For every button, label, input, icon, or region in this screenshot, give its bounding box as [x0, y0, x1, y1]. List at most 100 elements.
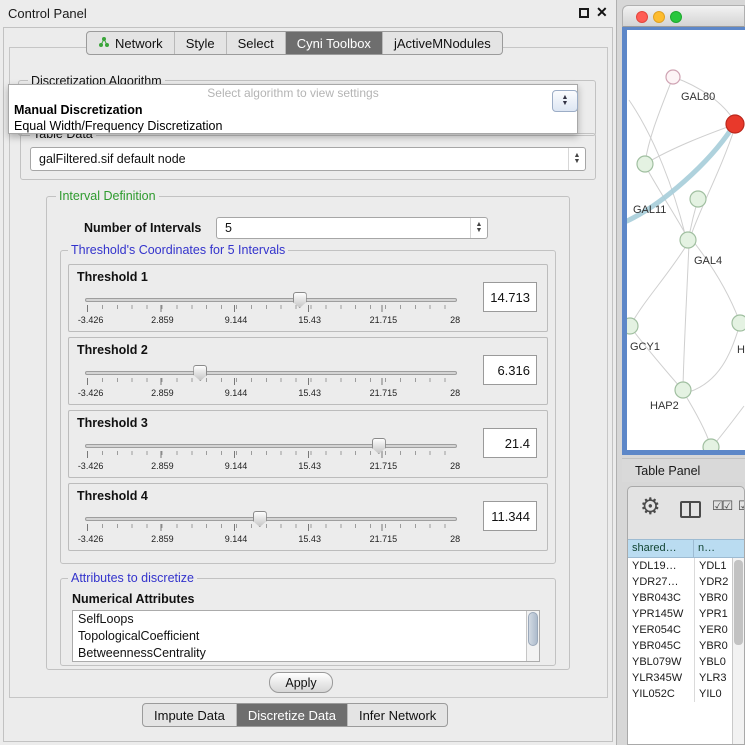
table-cell[interactable]: YPR145W [628, 606, 694, 622]
table-cell[interactable]: YDL1 [694, 558, 732, 574]
window-title: Control Panel [8, 6, 87, 21]
column-header[interactable]: shared… [628, 540, 694, 557]
tab-infer-network[interactable]: Infer Network [348, 704, 447, 726]
tab-cyni-toolbox[interactable]: Cyni Toolbox [286, 32, 383, 54]
table-row[interactable]: YBR045CYBR0 [628, 638, 732, 654]
table-cell[interactable]: YBR0 [694, 590, 732, 606]
tab-style[interactable]: Style [175, 32, 227, 54]
table-cell[interactable]: YBR0 [694, 638, 732, 654]
network-node[interactable] [627, 318, 638, 334]
threshold-slider[interactable]: -3.426 2.859 9.144 15.43 21.715 28 [85, 291, 457, 331]
scale-label: 9.144 [225, 315, 248, 325]
table-cell[interactable]: YIL052C [628, 686, 694, 702]
close-icon[interactable]: ✕ [596, 4, 608, 21]
table-cell[interactable]: YDL19… [628, 558, 694, 574]
table-cell[interactable]: YBL0 [694, 654, 732, 670]
tab-discretize-data[interactable]: Discretize Data [237, 704, 348, 726]
table-cell[interactable]: YDR2 [694, 574, 732, 590]
tab-select[interactable]: Select [227, 32, 286, 54]
network-node[interactable] [690, 191, 706, 207]
gear-icon[interactable]: ⚙ [640, 493, 661, 520]
threshold-value-field[interactable]: 21.4 [483, 428, 537, 458]
minimize-traffic-light[interactable] [653, 11, 665, 23]
screen: Control Panel ✕ Network Style Select Cyn… [0, 0, 745, 745]
zoom-traffic-light[interactable] [670, 11, 682, 23]
table-cell[interactable]: YER054C [628, 622, 694, 638]
scale-label: 21.715 [370, 388, 398, 398]
stepper-down-icon: ▼ [562, 101, 569, 107]
table-row[interactable]: YDL19…YDL1 [628, 558, 732, 574]
columns-icon[interactable] [680, 501, 701, 518]
list-scrollbar[interactable] [526, 611, 539, 661]
float-window-icon[interactable] [579, 8, 589, 18]
table-cell[interactable]: YLR345W [628, 670, 694, 686]
threshold-value-field[interactable]: 14.713 [483, 282, 537, 312]
scale-label: 21.715 [370, 534, 398, 544]
attributes-group-title: Attributes to discretize [68, 571, 197, 585]
tab-network[interactable]: Network [87, 32, 175, 54]
network-node[interactable] [703, 439, 719, 450]
table-panel-title: Table Panel [622, 464, 700, 478]
number-of-intervals-combo[interactable]: 5 ▲ ▼ [216, 217, 488, 239]
threshold-value-field[interactable]: 11.344 [483, 501, 537, 531]
close-traffic-light[interactable] [636, 11, 648, 23]
slider-track[interactable] [85, 371, 457, 375]
table-data-combo[interactable]: galFiltered.sif default node ▲ ▼ [30, 147, 586, 171]
apply-button[interactable]: Apply [269, 672, 333, 693]
tab-cyni-toolbox-label: Cyni Toolbox [297, 36, 371, 51]
scrollbar-thumb[interactable] [734, 560, 743, 645]
interval-definition-group-title: Interval Definition [56, 189, 159, 203]
threshold-label: Threshold 1 [77, 270, 148, 284]
tab-impute-data[interactable]: Impute Data [143, 704, 237, 726]
table-cell[interactable]: YBL079W [628, 654, 694, 670]
table-row[interactable]: YER054CYER0 [628, 622, 732, 638]
list-item[interactable]: TopologicalCoefficient [73, 628, 539, 645]
select-all-columns-icon[interactable]: ☑☑ [712, 498, 731, 514]
tab-jactivemnodules[interactable]: jActiveMNodules [383, 32, 502, 54]
network-node[interactable] [680, 232, 696, 248]
list-item[interactable]: BetweennessCentrality [73, 645, 539, 662]
table-row[interactable]: YPR145WYPR1 [628, 606, 732, 622]
table-cell[interactable]: YBR045C [628, 638, 694, 654]
threshold-slider[interactable]: -3.426 2.859 9.144 15.43 21.715 28 [85, 364, 457, 404]
selected-network-node[interactable] [726, 115, 744, 133]
table-cell[interactable]: YPR1 [694, 606, 732, 622]
table-row[interactable]: YLR345WYLR3 [628, 670, 732, 686]
table-cell[interactable]: YBR043C [628, 590, 694, 606]
combo-stepper[interactable]: ▲ ▼ [470, 218, 487, 238]
table-row[interactable]: YBR043CYBR0 [628, 590, 732, 606]
threshold-slider[interactable]: -3.426 2.859 9.144 15.43 21.715 28 [85, 437, 457, 477]
network-node[interactable] [666, 70, 680, 84]
scale-label: 15.43 [298, 388, 321, 398]
threshold-label: Threshold 4 [77, 489, 148, 503]
network-window-titlebar[interactable] [622, 5, 745, 27]
table-cell[interactable]: YLR3 [694, 670, 732, 686]
table-row[interactable]: YBL079WYBL0 [628, 654, 732, 670]
algorithm-combo-stepper[interactable]: ▲ ▼ [552, 90, 578, 112]
dropdown-option-manual-discretization[interactable]: Manual Discretization [9, 102, 577, 118]
threshold-panel-4: Threshold 4 -3.426 2.859 9.144 15.43 21.… [68, 483, 548, 551]
slider-track[interactable] [85, 444, 457, 448]
table-cell[interactable]: YER0 [694, 622, 732, 638]
network-node[interactable] [732, 315, 745, 331]
table-row[interactable]: YIL052CYIL0 [628, 686, 732, 702]
network-node[interactable] [637, 156, 653, 172]
table-cell[interactable]: YIL0 [694, 686, 732, 702]
network-node[interactable] [675, 382, 691, 398]
dropdown-placeholder-option[interactable]: Select algorithm to view settings [9, 85, 577, 102]
slider-track[interactable] [85, 298, 457, 302]
table-cell[interactable]: YDR27… [628, 574, 694, 590]
combo-stepper[interactable]: ▲ ▼ [568, 148, 585, 170]
column-header[interactable]: n… [694, 540, 744, 557]
dropdown-option-equal-width[interactable]: Equal Width/Frequency Discretization [9, 118, 577, 134]
list-item[interactable]: SelfLoops [73, 611, 539, 628]
threshold-slider[interactable]: -3.426 2.859 9.144 15.43 21.715 28 [85, 510, 457, 550]
network-canvas[interactable]: GAL80 GAL11 GAL4 GCY1 HAP2 H [627, 30, 745, 450]
slider-track[interactable] [85, 517, 457, 521]
numerical-attributes-list[interactable]: SelfLoops TopologicalCoefficient Between… [72, 610, 540, 662]
table-scrollbar[interactable] [732, 558, 744, 744]
threshold-value-field[interactable]: 6.316 [483, 355, 537, 385]
table-row[interactable]: YDR27…YDR2 [628, 574, 732, 590]
scrollbar-thumb[interactable] [528, 612, 538, 646]
select-column-icon[interactable]: ☑ [738, 498, 745, 514]
